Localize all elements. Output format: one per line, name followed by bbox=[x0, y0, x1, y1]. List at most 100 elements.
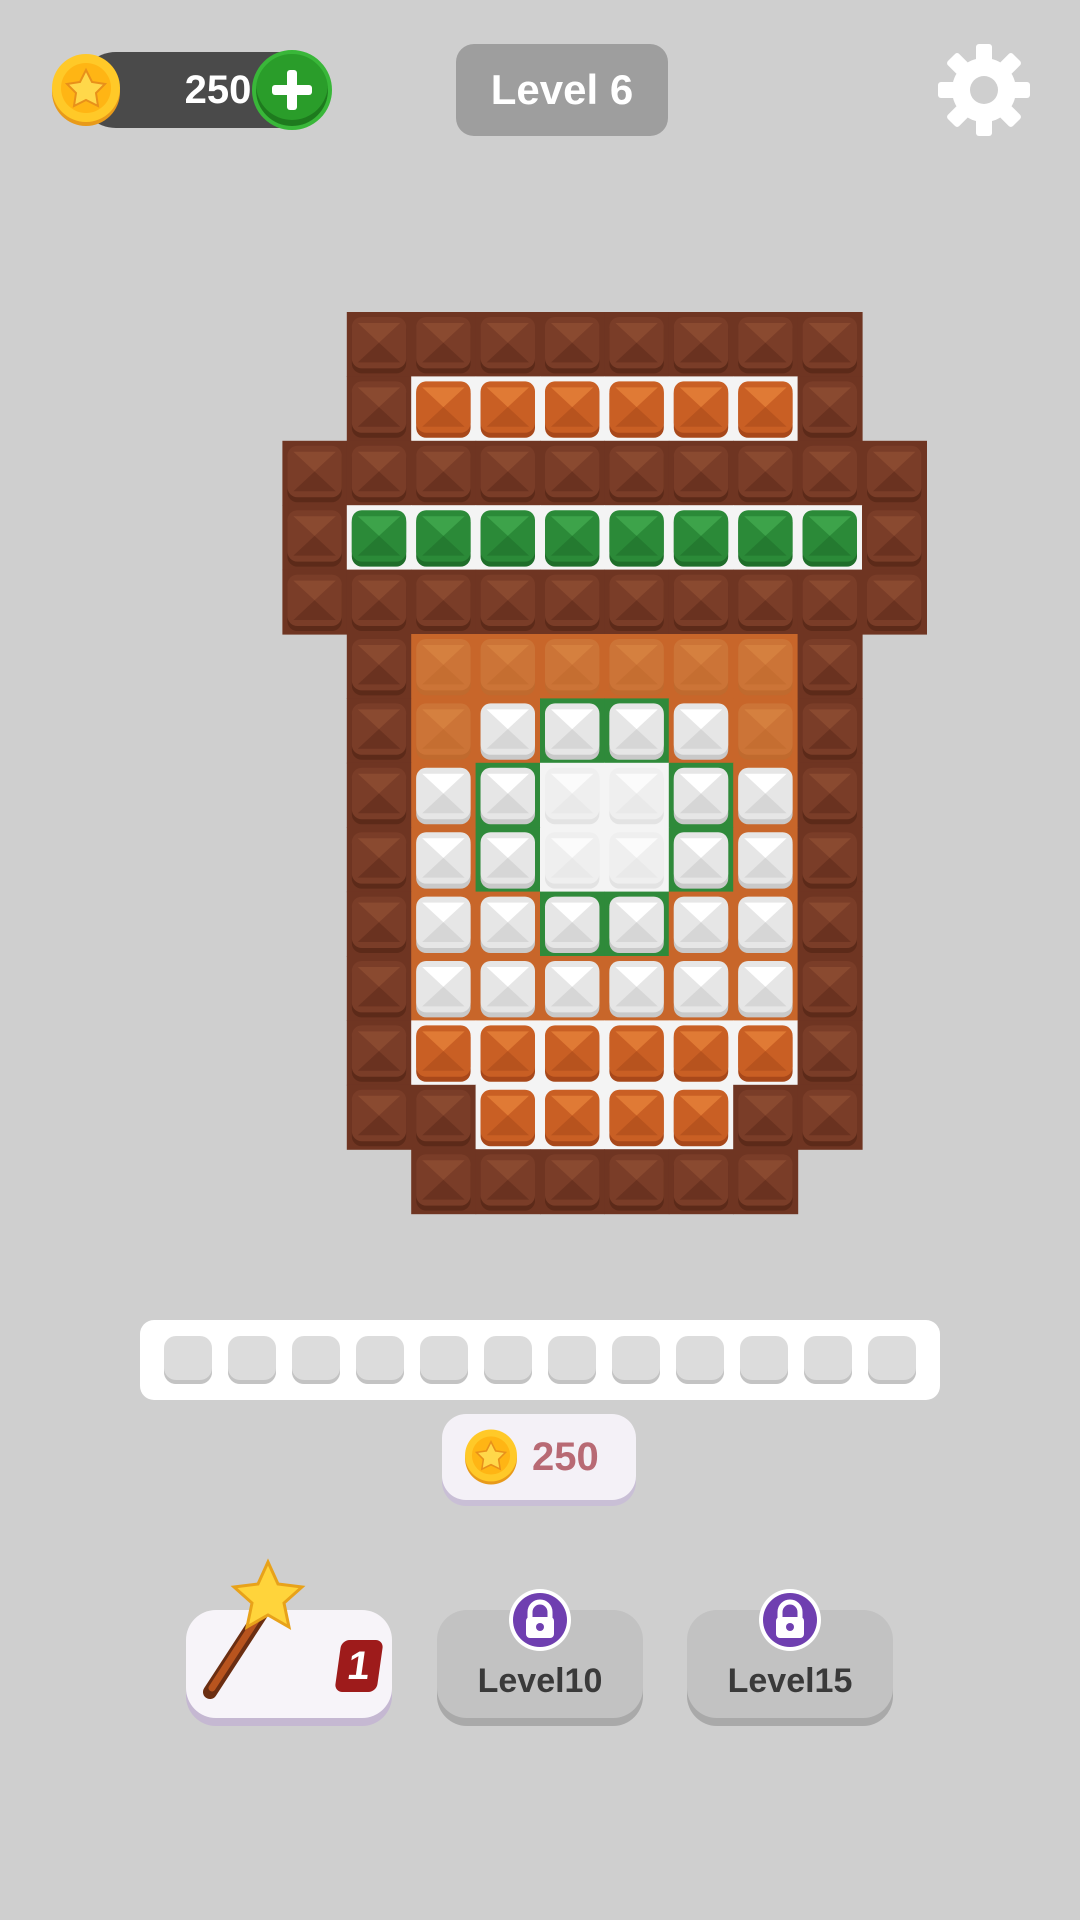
game-board[interactable] bbox=[0, 0, 1080, 1240]
white-block[interactable] bbox=[480, 896, 535, 953]
brown-block bbox=[480, 1154, 535, 1211]
brown-block bbox=[351, 961, 407, 1018]
brown-block bbox=[673, 445, 729, 503]
green-block[interactable] bbox=[802, 510, 857, 567]
cost-button[interactable]: 250 bbox=[442, 1414, 636, 1500]
brown-block bbox=[867, 445, 922, 503]
orange-block[interactable] bbox=[545, 1025, 600, 1082]
brown-block bbox=[351, 574, 407, 631]
faded-orange-block bbox=[480, 639, 535, 696]
white-block[interactable] bbox=[609, 703, 664, 760]
block-tray bbox=[140, 1320, 940, 1400]
lock-icon bbox=[758, 1588, 822, 1657]
orange-block[interactable] bbox=[480, 1025, 535, 1082]
white-block[interactable] bbox=[416, 832, 471, 889]
orange-block[interactable] bbox=[416, 381, 471, 438]
orange-block[interactable] bbox=[609, 1025, 664, 1082]
white-block[interactable] bbox=[480, 832, 535, 889]
brown-block bbox=[738, 317, 793, 374]
orange-block[interactable] bbox=[673, 1089, 729, 1147]
lock-icon bbox=[508, 1588, 572, 1657]
brown-block bbox=[738, 1089, 793, 1147]
orange-block[interactable] bbox=[545, 381, 600, 438]
faded-orange-block bbox=[416, 639, 471, 696]
brown-block bbox=[416, 1154, 471, 1211]
green-block[interactable] bbox=[545, 510, 600, 567]
orange-block[interactable] bbox=[609, 1089, 664, 1147]
brown-block bbox=[416, 1089, 471, 1147]
brown-block bbox=[351, 896, 407, 953]
tray-slot bbox=[676, 1336, 724, 1384]
white-block[interactable] bbox=[416, 896, 471, 953]
faded-orange-block bbox=[738, 639, 793, 696]
brown-block bbox=[738, 1154, 793, 1211]
white-block[interactable] bbox=[545, 961, 600, 1018]
brown-block bbox=[673, 1154, 729, 1211]
white-block[interactable] bbox=[738, 832, 793, 889]
tray-slot bbox=[868, 1336, 916, 1384]
faded-orange-block bbox=[416, 703, 471, 760]
white-block[interactable] bbox=[673, 896, 729, 953]
faded-orange-block bbox=[673, 639, 729, 696]
white-block[interactable] bbox=[738, 896, 793, 953]
white-block[interactable] bbox=[609, 961, 664, 1018]
orange-block[interactable] bbox=[416, 1025, 471, 1082]
white-block[interactable] bbox=[480, 961, 535, 1018]
green-block[interactable] bbox=[480, 510, 535, 567]
white-block[interactable] bbox=[545, 703, 600, 760]
brown-block bbox=[609, 574, 664, 631]
booster-count-badge: 1 bbox=[334, 1640, 384, 1692]
orange-block[interactable] bbox=[545, 1089, 600, 1147]
orange-block[interactable] bbox=[738, 381, 793, 438]
green-block[interactable] bbox=[416, 510, 471, 567]
white-block[interactable] bbox=[416, 961, 471, 1018]
coin-icon bbox=[462, 1428, 520, 1491]
tray-slot bbox=[420, 1336, 468, 1384]
orange-block[interactable] bbox=[480, 1089, 535, 1147]
faded-white-block bbox=[545, 832, 600, 889]
brown-block bbox=[351, 445, 407, 503]
brown-block bbox=[673, 574, 729, 631]
orange-block[interactable] bbox=[673, 381, 729, 438]
green-block[interactable] bbox=[351, 510, 407, 567]
white-block[interactable] bbox=[738, 961, 793, 1018]
brown-block bbox=[802, 1025, 857, 1082]
white-block[interactable] bbox=[480, 703, 535, 760]
brown-block bbox=[802, 896, 857, 953]
brown-block bbox=[609, 317, 664, 374]
tray-slot bbox=[292, 1336, 340, 1384]
white-block[interactable] bbox=[673, 832, 729, 889]
faded-white-block bbox=[609, 832, 664, 889]
white-block[interactable] bbox=[673, 961, 729, 1018]
locked-booster-level10[interactable]: Level10 bbox=[437, 1589, 643, 1718]
orange-block[interactable] bbox=[480, 381, 535, 438]
white-block[interactable] bbox=[609, 896, 664, 953]
brown-block bbox=[351, 1025, 407, 1082]
green-block[interactable] bbox=[609, 510, 664, 567]
white-block[interactable] bbox=[416, 767, 471, 825]
brown-block bbox=[802, 317, 857, 374]
orange-block[interactable] bbox=[609, 381, 664, 438]
brown-block bbox=[609, 1154, 664, 1211]
white-block[interactable] bbox=[738, 767, 793, 825]
brown-block bbox=[867, 574, 922, 631]
green-block[interactable] bbox=[673, 510, 729, 567]
locked-booster-label: Level15 bbox=[727, 1662, 853, 1700]
brown-block bbox=[545, 574, 600, 631]
locked-booster-level15[interactable]: Level15 bbox=[687, 1589, 893, 1718]
magic-wand-icon bbox=[196, 1556, 316, 1711]
brown-block bbox=[287, 510, 342, 567]
brown-block bbox=[545, 1154, 600, 1211]
white-block[interactable] bbox=[673, 703, 729, 760]
brown-block bbox=[287, 574, 342, 631]
green-block[interactable] bbox=[738, 510, 793, 567]
brown-block bbox=[287, 445, 342, 503]
white-block[interactable] bbox=[545, 896, 600, 953]
white-block[interactable] bbox=[480, 767, 535, 825]
brown-block bbox=[351, 832, 407, 889]
orange-block[interactable] bbox=[738, 1025, 793, 1082]
tray-slot bbox=[356, 1336, 404, 1384]
orange-block[interactable] bbox=[673, 1025, 729, 1082]
white-block[interactable] bbox=[673, 767, 729, 825]
cost-value: 250 bbox=[532, 1435, 599, 1479]
